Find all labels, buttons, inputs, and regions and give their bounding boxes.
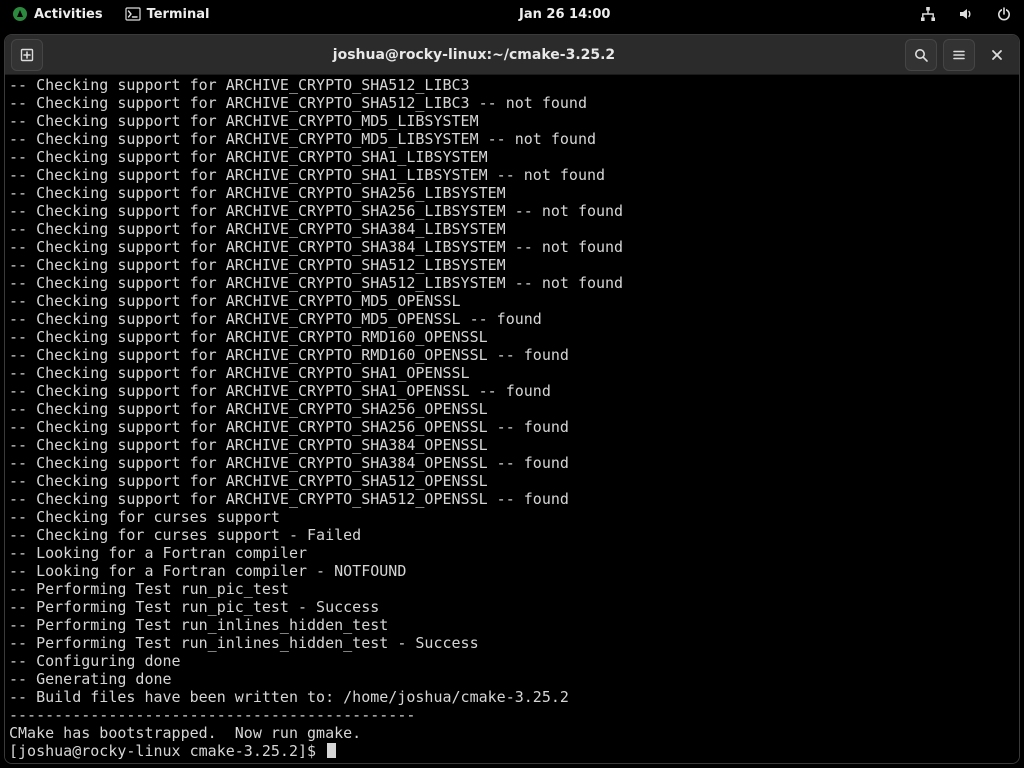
close-window-button[interactable] [981, 39, 1013, 71]
gnome-top-bar: Activities Terminal Jan 26 14:00 [0, 0, 1024, 28]
network-status-icon[interactable] [916, 6, 940, 22]
volume-status-icon[interactable] [954, 6, 978, 22]
active-app-label: Terminal [147, 7, 210, 22]
terminal-output: -- Checking support for ARCHIVE_CRYPTO_S… [9, 76, 1015, 742]
window-title: joshua@rocky-linux:~/cmake-3.25.2 [43, 47, 905, 63]
clock[interactable]: Jan 26 14:00 [515, 7, 614, 22]
terminal-viewport[interactable]: -- Checking support for ARCHIVE_CRYPTO_S… [5, 75, 1019, 763]
text-cursor [327, 743, 336, 758]
new-tab-icon [19, 47, 35, 63]
window-titlebar: joshua@rocky-linux:~/cmake-3.25.2 [5, 35, 1019, 75]
new-tab-button[interactable] [11, 39, 43, 71]
power-status-icon[interactable] [992, 6, 1016, 22]
terminal-window: joshua@rocky-linux:~/cmake-3.25.2 -- Che… [4, 34, 1020, 764]
search-button[interactable] [905, 39, 937, 71]
close-icon [990, 48, 1004, 62]
activities-logo-icon [12, 6, 28, 22]
hamburger-icon [951, 47, 967, 63]
activities-label: Activities [34, 7, 103, 22]
terminal-app-icon [125, 6, 141, 22]
active-app-indicator[interactable]: Terminal [121, 6, 214, 22]
clock-label: Jan 26 14:00 [519, 7, 610, 22]
activities-button[interactable]: Activities [8, 6, 107, 22]
search-icon [913, 47, 929, 63]
hamburger-menu-button[interactable] [943, 39, 975, 71]
shell-prompt: [joshua@rocky-linux cmake-3.25.2]$ [9, 742, 325, 760]
